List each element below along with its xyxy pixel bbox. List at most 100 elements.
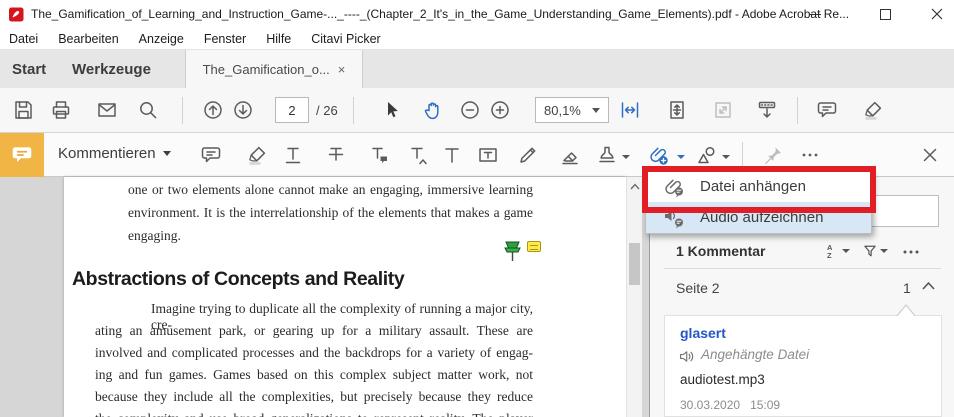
tab-werkzeuge[interactable]: Werkzeuge: [72, 50, 151, 88]
panel-options-button[interactable]: [900, 241, 922, 263]
chevron-down-icon: [163, 151, 171, 156]
save-button[interactable]: [12, 99, 34, 121]
strikethrough-text-icon: [325, 144, 347, 166]
next-page-button[interactable]: [232, 99, 254, 121]
comment-author[interactable]: glasert: [680, 325, 726, 341]
filter-button[interactable]: [862, 243, 888, 259]
toolbar-separator: [742, 142, 743, 169]
insert-text-tool[interactable]: [407, 144, 429, 166]
text-box-tool[interactable]: [477, 144, 499, 166]
attached-file-name[interactable]: audiotest.mp3: [680, 372, 765, 387]
highlight-tool-button[interactable]: [862, 99, 884, 121]
minimize-button[interactable]: [793, 0, 837, 28]
highlight-pen-icon: [862, 99, 884, 121]
scrolling-mode-icon: [756, 99, 778, 121]
strikethrough-text-tool[interactable]: [325, 144, 347, 166]
sticky-note-tool[interactable]: [200, 144, 222, 166]
scrolling-mode-button[interactable]: [756, 99, 778, 121]
toolbar-separator: [182, 97, 183, 124]
comment-mode-badge[interactable]: [0, 133, 44, 177]
menu-fenster[interactable]: Fenster: [194, 32, 256, 46]
close-comment-toolbar-button[interactable]: [919, 144, 941, 166]
save-icon: [12, 99, 34, 121]
comment-panel-button[interactable]: [816, 99, 838, 121]
fullscreen-button[interactable]: [712, 99, 734, 121]
sort-az-icon: A Z: [826, 243, 840, 259]
comment-timestamp: 30.03.2020 15:09: [680, 398, 780, 412]
drawing-tools[interactable]: [695, 144, 717, 166]
document-text-line: the complexity and use broad generalizat…: [95, 411, 533, 417]
toolbar-separator: [797, 97, 798, 124]
replace-text-tool[interactable]: [368, 144, 390, 166]
menu-citavi-picker[interactable]: Citavi Picker: [301, 32, 390, 46]
speaker-icon: [679, 349, 696, 364]
close-button[interactable]: [915, 0, 954, 28]
fit-page-button[interactable]: [666, 99, 688, 121]
pdf-page: one or two elements alone cannot make an…: [64, 177, 626, 417]
email-button[interactable]: [96, 99, 118, 121]
ellipsis-icon: [799, 144, 821, 166]
menu-anzeige[interactable]: Anzeige: [129, 32, 194, 46]
scrollbar-thumb[interactable]: [629, 243, 640, 285]
chevron-down-icon: [592, 108, 600, 113]
tab-start[interactable]: Start: [12, 50, 46, 88]
tab-close-icon[interactable]: ×: [338, 62, 346, 77]
print-icon: [50, 99, 72, 121]
keep-tool-selected-toggle[interactable]: [762, 144, 784, 166]
print-button[interactable]: [50, 99, 72, 121]
attach-file-tool[interactable]: [647, 144, 669, 166]
highlighter-tool[interactable]: [246, 144, 268, 166]
page-total-label: / 26: [316, 103, 338, 118]
pencil-icon: [517, 144, 539, 166]
close-icon: [931, 8, 943, 20]
document-scrollbar[interactable]: [626, 177, 642, 417]
attachment-pin-annotation[interactable]: [502, 240, 542, 270]
kommentieren-dropdown[interactable]: Kommentieren: [58, 145, 171, 162]
zoom-out-button[interactable]: [459, 99, 481, 121]
add-text-tool[interactable]: [441, 144, 463, 166]
underline-text-tool[interactable]: [282, 144, 304, 166]
page-up-icon: [202, 99, 224, 121]
scroll-up-icon[interactable]: [630, 183, 640, 190]
card-notch: [896, 306, 916, 318]
comment-card[interactable]: glasert Angehängte Datei audiotest.mp3 3…: [664, 315, 942, 417]
menu-bearbeiten[interactable]: Bearbeiten: [48, 32, 128, 46]
toolbar-separator: [353, 97, 354, 124]
previous-page-button[interactable]: [202, 99, 224, 121]
sticky-note-icon: [200, 144, 222, 166]
chevron-down-icon[interactable]: [677, 155, 685, 159]
svg-text:Z: Z: [827, 251, 832, 259]
chevron-down-icon[interactable]: [722, 155, 730, 159]
menu-hilfe[interactable]: Hilfe: [256, 32, 301, 46]
page-number-input[interactable]: [275, 97, 309, 123]
close-icon: [919, 144, 941, 166]
note-annotation[interactable]: [527, 241, 541, 252]
comment-time: 15:09: [750, 398, 780, 412]
collapse-group-button[interactable]: [922, 281, 935, 290]
zoom-level-select[interactable]: 80,1%: [535, 97, 609, 123]
chevron-down-icon[interactable]: [622, 155, 630, 159]
tab-document[interactable]: The_Gamification_o... ×: [185, 50, 363, 88]
comment-kind-label: Angehängte Datei: [701, 347, 809, 362]
zoom-in-button[interactable]: [489, 99, 511, 121]
window-title: The_Gamification_of_Learning_and_Instruc…: [31, 7, 849, 21]
fit-width-button[interactable]: [619, 99, 641, 121]
search-button[interactable]: [137, 99, 159, 121]
menu-datei[interactable]: Datei: [0, 32, 48, 46]
eraser-tool[interactable]: [559, 144, 581, 166]
more-tools-button[interactable]: [799, 144, 821, 166]
ellipsis-icon: [900, 241, 922, 263]
document-text-line: involved and complicated processes and t…: [95, 345, 533, 361]
document-text-line: ating an amusement park, or gearing up f…: [95, 323, 533, 339]
sort-button[interactable]: A Z: [826, 243, 850, 259]
document-text-line: engaging.: [128, 228, 533, 244]
hand-tool-button[interactable]: [422, 99, 444, 121]
stamp-tool[interactable]: [596, 144, 618, 166]
select-tool-button[interactable]: [380, 99, 402, 121]
draw-tool[interactable]: [517, 144, 539, 166]
comment-bubble-icon: [10, 143, 34, 167]
maximize-button[interactable]: [863, 0, 907, 28]
fullscreen-icon: [712, 99, 734, 121]
pointer-icon: [380, 99, 402, 121]
document-text-line: environment. It is the interrelationship…: [128, 205, 533, 221]
